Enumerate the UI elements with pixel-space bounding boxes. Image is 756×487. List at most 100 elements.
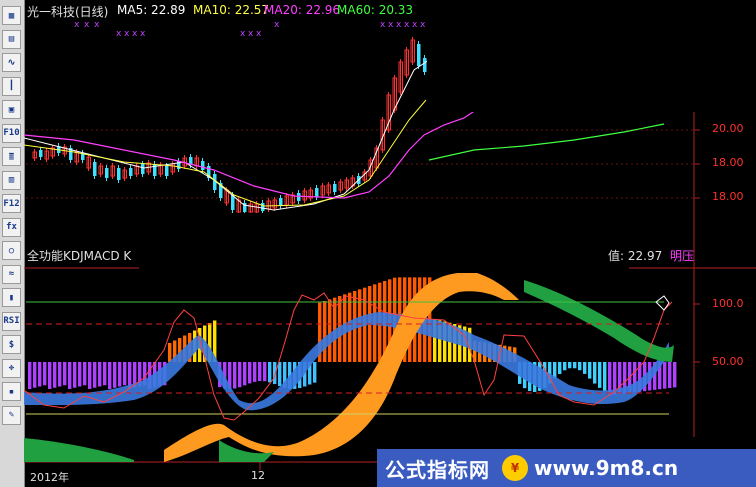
f12-icon[interactable]: F12 xyxy=(2,194,21,213)
watermark-logo-icon: ¥ xyxy=(502,455,528,481)
candle-down xyxy=(423,58,427,72)
signal-mark-icon: x xyxy=(132,29,138,39)
macd-bar xyxy=(238,362,242,388)
macd-bar xyxy=(93,362,97,388)
macd-bar xyxy=(313,362,317,383)
macd-bar xyxy=(563,362,567,371)
ma20-line xyxy=(24,107,480,199)
candle-down xyxy=(279,198,283,206)
search-icon[interactable]: ○ xyxy=(2,241,21,260)
macd-bar xyxy=(103,362,107,386)
candle-down xyxy=(315,188,319,197)
macd-bar xyxy=(33,362,37,388)
candle-down xyxy=(105,168,109,178)
signal-mark-icon: x xyxy=(94,20,100,30)
macd-bar xyxy=(253,362,257,382)
macd-bar xyxy=(108,362,112,389)
macd-bar xyxy=(588,362,592,379)
macd-bar xyxy=(118,362,122,387)
macd-bar xyxy=(668,362,672,388)
mask-top-right xyxy=(427,0,732,112)
macd-bar xyxy=(568,362,572,369)
ma20-label: MA20: 22.96 xyxy=(264,3,341,17)
macd-bar xyxy=(78,362,82,387)
candle-down xyxy=(201,161,205,170)
kdj-band-green xyxy=(524,280,674,362)
macd-bar xyxy=(578,362,582,371)
rsi-icon[interactable]: RSI xyxy=(2,311,21,331)
ma60-label: MA60: 20.33 xyxy=(337,3,414,17)
macd-bar xyxy=(258,362,262,382)
watermark-banner: 公式指标网 ¥ www.9m8.cn xyxy=(377,449,756,487)
ma60-line xyxy=(428,123,665,161)
line-chart-icon[interactable]: ∿ xyxy=(2,53,21,72)
indicator xyxy=(24,272,677,462)
signal-mark-icon: x xyxy=(396,20,402,30)
bars-icon[interactable]: ▮ xyxy=(2,288,21,307)
macd-bar xyxy=(58,362,62,387)
candle-down xyxy=(165,166,169,176)
j-marker xyxy=(655,295,670,311)
candle-down xyxy=(129,168,133,176)
macd-bar xyxy=(663,362,667,389)
xtick-month: 12 xyxy=(251,469,265,482)
macd-bar xyxy=(243,362,247,386)
fx-icon[interactable]: fx xyxy=(2,217,21,237)
table-icon[interactable]: ▤ xyxy=(2,29,21,49)
macd-bar xyxy=(68,362,72,389)
stack-icon[interactable]: ≣ xyxy=(2,147,21,166)
candle-down xyxy=(141,164,145,174)
candle-icon[interactable]: ┃ xyxy=(2,76,21,96)
macd-bar xyxy=(328,299,332,362)
signal-mark-icon: x xyxy=(240,29,246,39)
f10-icon[interactable]: F10 xyxy=(2,123,21,143)
macd-bar xyxy=(38,362,42,387)
ind-ytick-1: 100.0 xyxy=(712,297,744,310)
pencil-icon[interactable]: ✎ xyxy=(2,405,21,425)
macd-bar xyxy=(233,362,237,389)
signal-mark-icon: x xyxy=(256,29,262,39)
ind-ytick-2: 50.00 xyxy=(712,355,744,368)
price-ytick-3: 18.00 xyxy=(712,190,744,203)
macd-bar xyxy=(323,301,327,362)
window-icon[interactable]: ▣ xyxy=(2,100,21,119)
signal-mark-icon: x xyxy=(388,20,394,30)
signal-mark-icon: x xyxy=(412,20,418,30)
grid-icon[interactable]: ▦ xyxy=(2,6,21,25)
stock-title: 光一科技(日线) xyxy=(27,5,109,19)
candle-down xyxy=(93,162,97,176)
candle-down xyxy=(117,168,121,180)
signal-mark-icon: x xyxy=(248,29,254,39)
signal-mark-icon: x xyxy=(74,20,80,30)
macd-bar xyxy=(593,362,597,384)
wave-icon[interactable]: ≈ xyxy=(2,264,21,284)
macd-bar xyxy=(248,362,252,384)
candle-down xyxy=(417,44,421,66)
macd-bar xyxy=(43,362,47,386)
price-ytick-2: 18.00 xyxy=(712,156,744,169)
book-icon[interactable]: ▪ xyxy=(2,382,21,401)
candle-down xyxy=(333,184,337,192)
macd-bar xyxy=(558,362,562,374)
ma5-label: MA5: 22.89 xyxy=(117,3,186,17)
page-icon[interactable]: ▥ xyxy=(2,170,21,190)
macd-bar xyxy=(123,362,127,386)
watermark-left-text: 公式指标网 xyxy=(385,457,490,482)
dollar-icon[interactable]: $ xyxy=(2,335,21,354)
candles xyxy=(32,37,433,215)
signal-mark-icon: x xyxy=(116,29,122,39)
price-ytick-1: 20.00 xyxy=(712,122,744,135)
macd-bar xyxy=(113,362,117,388)
macd-bar xyxy=(268,362,272,383)
toolbar: ▦ ▤ ∿ ┃ ▣ F10 ≣ ▥ F12 fx ○ ≈ ▮ RSI $ ✥ ▪ ✎ xyxy=(0,0,25,487)
kdj-band-blue xyxy=(24,312,669,411)
move-icon[interactable]: ✥ xyxy=(2,358,21,378)
signal-mark-icon: x xyxy=(380,20,386,30)
chart-canvas: x x xx x x x x x xx x x x x x x xyxy=(24,0,756,487)
signal-mark-icon: x xyxy=(274,20,280,30)
macd-bar xyxy=(98,362,102,387)
signal-mark-icon: x xyxy=(420,20,426,30)
indicator-title: 全功能KDJMACD K xyxy=(27,249,132,263)
macd-bar xyxy=(73,362,77,388)
kdj-band-green-low xyxy=(24,438,134,462)
